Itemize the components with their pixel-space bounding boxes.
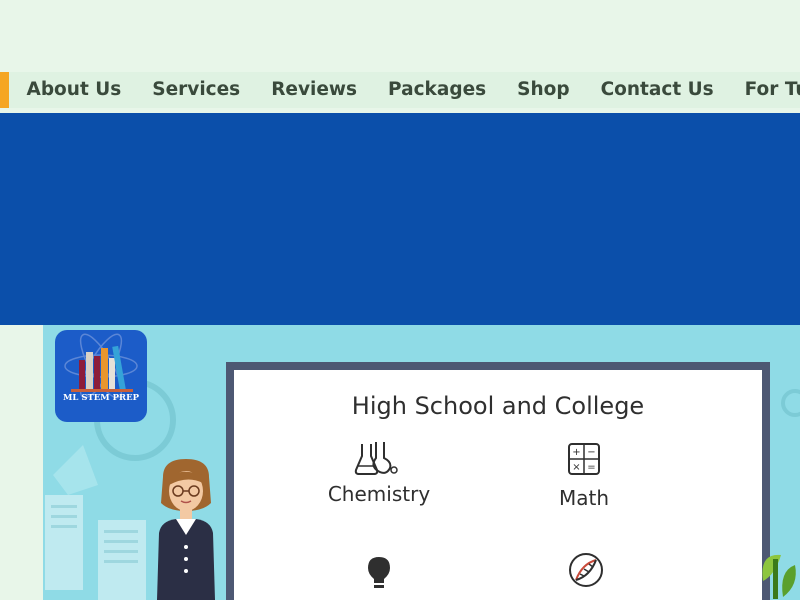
dna-icon [569, 553, 603, 587]
svg-text:−: − [587, 447, 595, 458]
nav-item-packages[interactable]: Packages [373, 72, 502, 108]
subject-label-math: Math [558, 486, 610, 510]
calculator-icon: + − × = [568, 443, 600, 475]
board-title: High School and College [351, 392, 645, 420]
svg-text:+: + [572, 447, 580, 458]
svg-text:=: = [587, 462, 595, 473]
nav-item-reviews[interactable]: Reviews [256, 72, 373, 108]
nav-item-contact-us[interactable]: Contact Us [585, 72, 729, 108]
teacher-character [157, 459, 215, 600]
whiteboard: High School and College Chemistry + − × … [226, 362, 770, 600]
logo-text: ML STEM PREP [63, 393, 139, 403]
nav-item-shop[interactable]: Shop [502, 72, 585, 108]
svg-text:×: × [572, 462, 580, 473]
books-icon [64, 333, 138, 399]
plant-decoration [762, 554, 796, 599]
nav-item-for-tutors[interactable]: For Tutors [729, 72, 800, 108]
nav-accent-bar [0, 72, 9, 108]
main-navigation: About Us Services Reviews Packages Shop … [0, 72, 800, 108]
lightbulb-icon [368, 557, 390, 588]
hero-video-frame[interactable]: ML STEM PREP High School and College Che… [43, 325, 800, 600]
nav-item-services[interactable]: Services [137, 72, 256, 108]
blue-banner [0, 113, 800, 325]
ml-stem-prep-logo: ML STEM PREP [55, 330, 147, 422]
nav-item-about-us[interactable]: About Us [11, 72, 137, 108]
chemistry-flask-icon [354, 442, 398, 475]
subject-label-chemistry: Chemistry [327, 482, 431, 506]
nav-items: About Us Services Reviews Packages Shop … [11, 72, 800, 108]
